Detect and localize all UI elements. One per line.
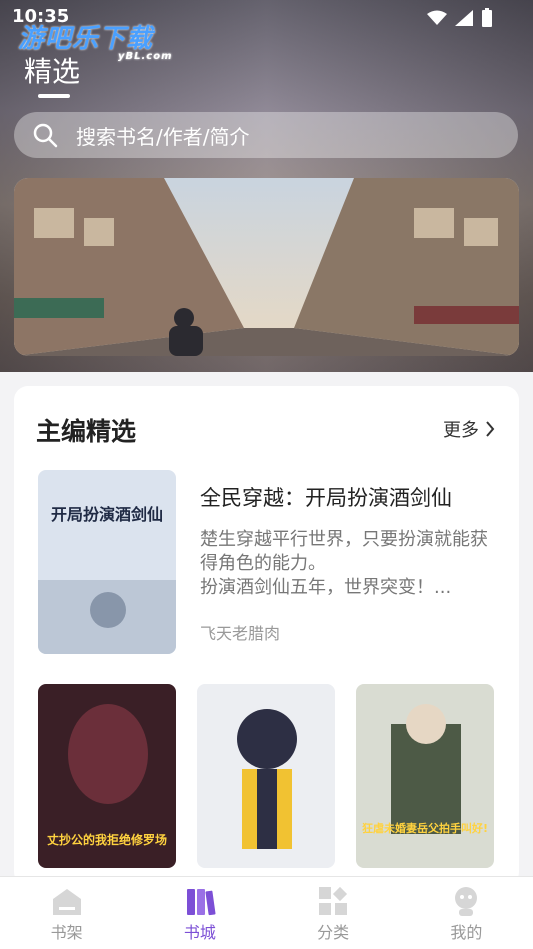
city-street-illustration <box>14 178 519 356</box>
bottom-navigation: 书架 书城 分类 我的 <box>0 876 533 949</box>
nav-profile-label: 我的 <box>450 923 483 942</box>
featured-book-cover[interactable]: 开局扮演酒剑仙 <box>38 470 176 654</box>
bookstore-icon <box>186 889 216 916</box>
search-icon <box>33 123 58 148</box>
nav-profile[interactable]: 我的 <box>400 877 533 949</box>
nav-bookstore-label: 书城 <box>183 923 216 942</box>
chevron-right-icon <box>486 421 495 437</box>
bookshelf-icon <box>52 889 81 915</box>
nav-category[interactable]: 分类 <box>267 877 400 949</box>
signal-icon <box>455 10 473 26</box>
book-cover-1[interactable]: 丈抄公的我拒绝修罗场 <box>38 684 176 868</box>
search-bar[interactable]: 搜索书名/作者/简介 <box>14 112 518 158</box>
book-cover-3[interactable]: 狂虐未婚妻岳父拍手叫好! <box>356 684 494 868</box>
nav-category-label: 分类 <box>317 923 350 942</box>
cover-3-title: 狂虐未婚妻岳父拍手叫好! <box>362 821 488 835</box>
search-placeholder: 搜索书名/作者/简介 <box>76 124 250 149</box>
banner-image[interactable] <box>14 178 519 356</box>
book-cover-2[interactable] <box>197 684 335 868</box>
featured-book-description: 楚生穿越平行世界，只要扮演就能获得角色的能力。 扮演酒剑仙五年，世界突变！... <box>200 529 488 598</box>
tab-featured[interactable]: 精选 <box>24 50 80 90</box>
battery-icon <box>482 8 492 27</box>
watermark-site: yBL.com <box>118 51 173 62</box>
category-icon <box>319 886 348 915</box>
featured-cover-title: 开局扮演酒剑仙 <box>51 505 163 524</box>
more-button[interactable]: 更多 <box>443 416 495 442</box>
profile-icon <box>455 887 478 916</box>
more-label: 更多 <box>443 420 479 441</box>
editor-picks-card: 主编精选 更多 开局扮演酒剑仙 全民穿越：开局扮演酒剑仙 楚生穿越平行世界，只要… <box>14 386 519 886</box>
nav-bookshelf[interactable]: 书架 <box>0 877 133 949</box>
nav-bookstore[interactable]: 书城 <box>133 877 266 949</box>
tab-indicator <box>38 94 70 98</box>
featured-book-author: 飞天老腊肉 <box>200 624 281 643</box>
featured-book-title[interactable]: 全民穿越：开局扮演酒剑仙 <box>200 482 452 512</box>
nav-bookshelf-label: 书架 <box>50 923 83 942</box>
section-title: 主编精选 <box>36 417 137 446</box>
wifi-icon <box>427 10 447 25</box>
cover-1-title: 丈抄公的我拒绝修罗场 <box>47 832 167 847</box>
